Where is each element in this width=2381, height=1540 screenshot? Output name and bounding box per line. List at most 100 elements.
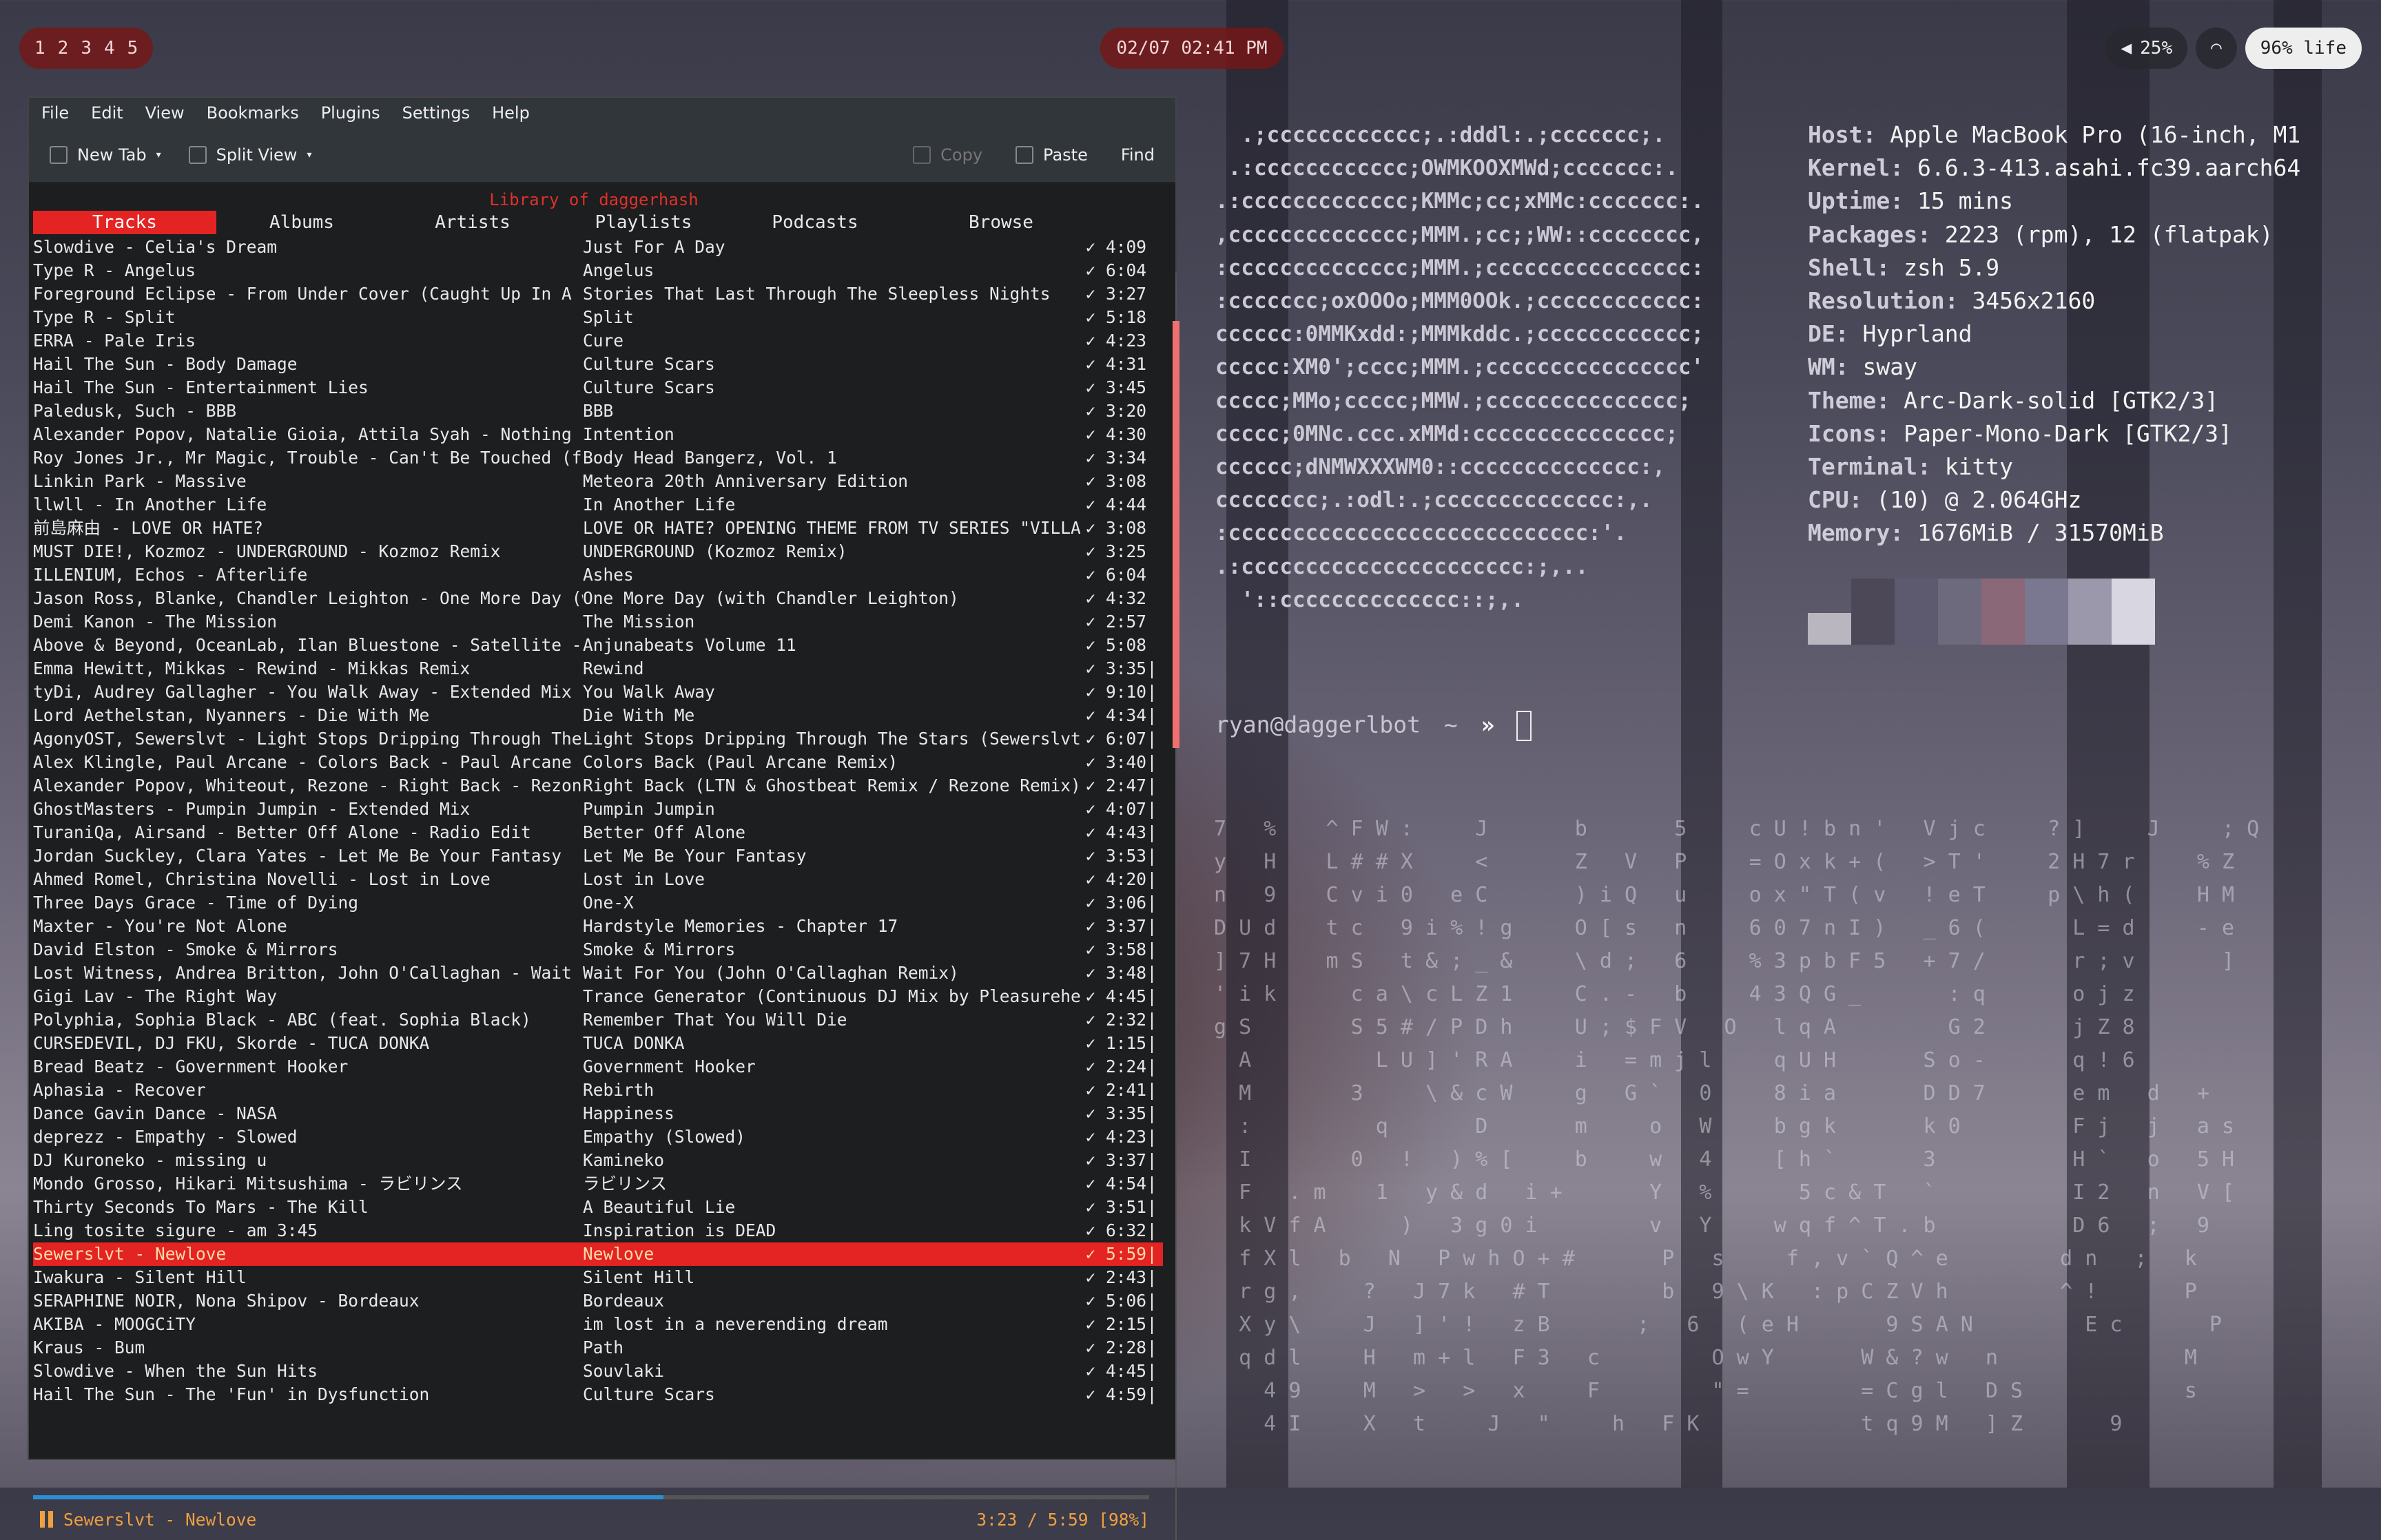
track-row[interactable]: DJ Kuroneko - missing u Kamineko ✓ 3:37 | [33,1149,1163,1172]
track-row[interactable]: Lost Witness, Andrea Britton, John O'Cal… [33,961,1163,985]
split-view-button[interactable]: Split View ▾ [188,145,312,165]
paste-button[interactable]: Paste [1016,145,1088,165]
track-row[interactable]: 前島麻由 - LOVE OR HATE? LOVE OR HATE? OPENIN… [33,517,1163,540]
track-row[interactable]: llwll - In Another Life In Another Life ✓ 4… [33,493,1163,517]
track-row[interactable]: deprezz - Empathy - Slowed Empathy (Slowe… [33,1125,1163,1149]
clock: 02/07 02:41 PM [1100,28,1284,69]
tab-browse[interactable]: Browse [901,211,1101,234]
column-divider: | [1146,939,1157,959]
track-row[interactable]: AKIBA - MOOGCiTY im lost in a neverending… [33,1313,1163,1336]
track-row[interactable]: MUST DIE!, Kozmoz - UNDERGROUND - Kozmoz… [33,540,1163,563]
tab-tracks[interactable]: Tracks [33,211,216,234]
track-row[interactable]: Above & Beyond, OceanLab, Ilan Bluestone… [33,634,1163,657]
tab-albums[interactable]: Albums [216,211,387,234]
check-icon: ✓ [1085,1267,1096,1287]
track-row[interactable]: Paledusk, Such - BBB BBB ✓ 3:20 [33,399,1163,423]
track-row-playing[interactable]: Sewerslvt - Newlove Newlove ✓ 5:59 | [33,1242,1163,1266]
track-list[interactable]: Slowdive - Celia's Dream Just For A Day ✓ 4… [33,236,1163,1406]
info-value: 2223 (rpm), 12 (flatpak) [1944,220,2274,248]
track-row[interactable]: tyDi, Audrey Gallagher - You Walk Away -… [33,680,1163,704]
menu-settings[interactable]: Settings [402,103,470,123]
tab-artists[interactable]: Artists [387,211,558,234]
track-row[interactable]: Slowdive - Celia's Dream Just For A Day ✓ 4… [33,236,1163,259]
track-row[interactable]: David Elston - Smoke & Mirrors Smoke & Mi… [33,938,1163,961]
track-row[interactable]: Linkin Park - Massive Meteora 20th Annive… [33,470,1163,493]
track-row[interactable]: GhostMasters - Pumpin Jumpin - Extended … [33,798,1163,821]
track-row[interactable]: Foreground Eclipse - From Under Cover (C… [33,282,1163,306]
track-row[interactable]: ERRA - Pale Iris Cure ✓ 4:23 [33,329,1163,353]
track-row[interactable]: Polyphia, Sophia Black - ABC (feat. Soph… [33,1008,1163,1032]
track-row[interactable]: Demi Kanon - The Mission The Mission ✓ 2:57 [33,610,1163,634]
column-divider [1146,563,1157,587]
track-row[interactable]: Type R - Split Split ✓ 5:18 [33,306,1163,329]
track-row[interactable]: TuraniQa, Airsand - Better Off Alone - R… [33,821,1163,844]
workspace-5[interactable]: 5 [126,38,140,59]
track-duration: 3:58 [1105,939,1146,959]
shell-prompt[interactable]: ryan@daggerlbot ~ » [1215,711,1532,741]
new-tab-button[interactable]: New Tab ▾ [50,145,161,165]
track-row[interactable]: Slowdive - When the Sun Hits Souvlaki ✓ 4:4… [33,1360,1163,1383]
column-divider [1146,353,1157,376]
workspace-1[interactable]: 1 [33,38,47,59]
track-row[interactable]: Kraus - Bum Path ✓ 2:28 | [33,1336,1163,1360]
track-row[interactable]: Mondo Grosso, Hikari Mitsushima - ラビリンス ラ… [33,1172,1163,1196]
find-button[interactable]: Find [1121,145,1155,165]
track-row[interactable]: Alexander Popov, Natalie Gioia, Attila S… [33,423,1163,446]
menu-file[interactable]: File [41,103,69,123]
pause-icon[interactable] [40,1511,54,1528]
copy-button[interactable]: Copy [913,145,982,165]
track-row[interactable]: Jordan Suckley, Clara Yates - Let Me Be … [33,844,1163,868]
track-row[interactable]: Hail The Sun - The 'Fun' in Dysfunction C… [33,1383,1163,1406]
scrollbar-thumb[interactable] [1173,321,1179,748]
track-title: Type R - Angelus [33,260,196,280]
workspace-4[interactable]: 4 [103,38,116,59]
track-row[interactable]: Bread Beatz - Government Hooker Governmen… [33,1055,1163,1079]
track-row[interactable]: Dance Gavin Dance - NASA Happiness ✓ 3:35 | [33,1102,1163,1125]
track-row[interactable]: Ahmed Romel, Christina Novelli - Lost in… [33,868,1163,891]
track-row[interactable]: SERAPHINE NOIR, Nona Shipov - Bordeaux Bo… [33,1289,1163,1313]
workspace-2[interactable]: 2 [56,38,70,59]
track-album: im lost in a neverending dream [583,1314,888,1334]
matrix-line: A L U ] ' R A i = m j l q U H S o - q ! … [1214,1048,2135,1072]
progress-bar[interactable] [33,1495,1149,1499]
library-tabs: Tracks Albums Artists Playlists Podcasts Brow… [33,211,1149,234]
track-row[interactable]: Roy Jones Jr., Mr Magic, Trouble - Can't… [33,446,1163,470]
track-row[interactable]: AgonyOST, Sewerslvt - Light Stops Drippi… [33,727,1163,751]
track-row[interactable]: Hail The Sun - Entertainment Lies Culture… [33,376,1163,399]
menu-help[interactable]: Help [492,103,530,123]
menu-bookmarks[interactable]: Bookmarks [207,103,299,123]
track-album: TUCA DONKA [583,1033,685,1053]
menu-plugins[interactable]: Plugins [321,103,380,123]
track-row[interactable]: CURSEDEVIL, DJ FKU, Skorde - TUCA DONKA T… [33,1032,1163,1055]
track-row[interactable]: Iwakura - Silent Hill Silent Hill ✓ 2:43 | [33,1266,1163,1289]
track-row[interactable]: Emma Hewitt, Mikkas - Rewind - Mikkas Re… [33,657,1163,680]
track-row[interactable]: Three Days Grace - Time of Dying One-X ✓ 3:… [33,891,1163,915]
track-row[interactable]: Maxter - You're Not Alone Hardstyle Memor… [33,915,1163,938]
check-icon: ✓ [1085,237,1096,257]
track-row[interactable]: Thirty Seconds To Mars - The Kill A Beaut… [33,1196,1163,1219]
track-row[interactable]: Ling tosite sigure - am 3:45 Inspiration … [33,1219,1163,1242]
track-row[interactable]: Jason Ross, Blanke, Chandler Leighton - … [33,587,1163,610]
tab-podcasts[interactable]: Podcasts [729,211,901,234]
track-row[interactable]: Type R - Angelus Angelus ✓ 6:04 [33,259,1163,282]
track-row[interactable]: Aphasia - Recover Rebirth ✓ 2:41 | [33,1079,1163,1102]
workspace-3[interactable]: 3 [79,38,93,59]
track-row[interactable]: Lord Aethelstan, Nyanners - Die With Me D… [33,704,1163,727]
column-divider [1146,470,1157,493]
check-icon: ✓ [1085,1314,1096,1334]
track-row[interactable]: ILLENIUM, Echos - Afterlife Ashes ✓ 6:04 [33,563,1163,587]
track-row[interactable]: Gigi Lav - The Right Way Trance Generator… [33,985,1163,1008]
track-title: tyDi, Audrey Gallagher - You Walk Away -… [33,682,572,702]
workspace-switcher[interactable]: 12345 [19,28,154,69]
tab-playlists[interactable]: Playlists [558,211,729,234]
track-row[interactable]: Alex Klingle, Paul Arcane - Colors Back … [33,751,1163,774]
track-row[interactable]: Alexander Popov, Whiteout, Rezone - Righ… [33,774,1163,798]
menu-view[interactable]: View [145,103,185,123]
menu-edit[interactable]: Edit [91,103,123,123]
volume-indicator[interactable]: ◀ 25% [2105,28,2188,69]
wifi-indicator[interactable]: ◠ [2196,28,2237,69]
track-row[interactable]: Hail The Sun - Body Damage Culture Scars ✓… [33,353,1163,376]
track-title: Paledusk, Such - BBB [33,401,237,421]
chevron-down-icon: ▾ [307,149,312,160]
check-icon: ✓ [1085,448,1096,468]
